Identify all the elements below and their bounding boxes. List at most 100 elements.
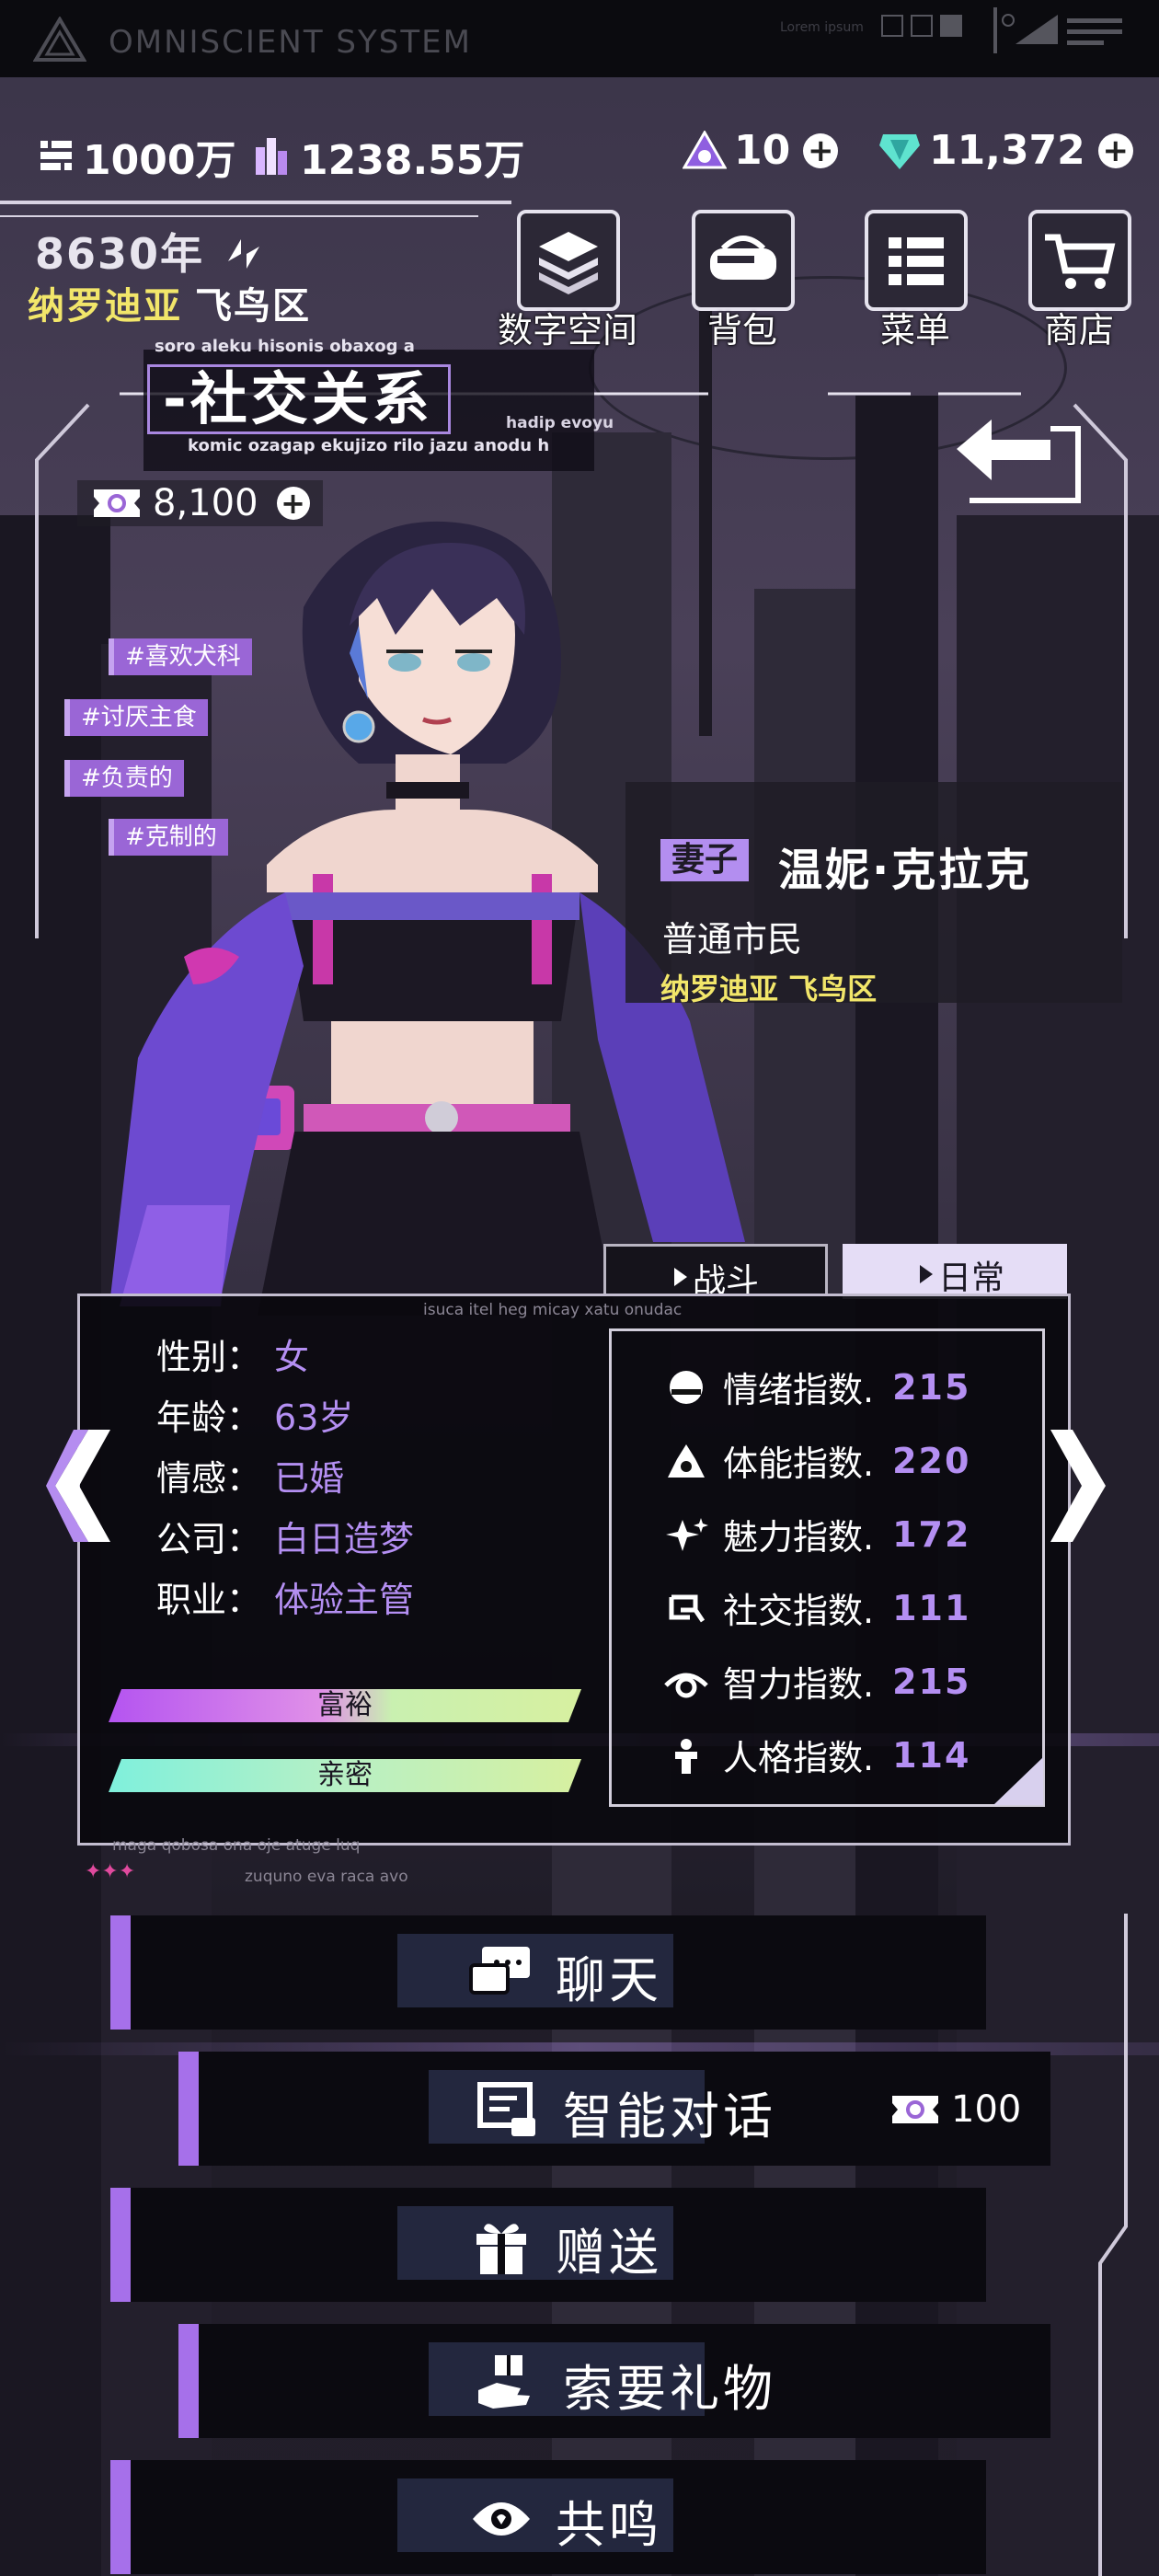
ai-dialog-icon (477, 2082, 535, 2136)
stat-value: 215 (892, 1661, 971, 1702)
wealth-label: 富裕 (317, 1689, 373, 1721)
menu-list-button[interactable]: 菜单 (855, 210, 975, 351)
layers-icon (539, 232, 598, 294)
social-icon (669, 1594, 706, 1622)
year-value: 8630年 (35, 229, 205, 279)
signal-panel-icon (993, 7, 1122, 53)
profile-value: 女 (274, 1337, 310, 1377)
menu-frame (517, 210, 620, 311)
crystal-value: 1238.55万 (300, 137, 525, 184)
box-icon (881, 15, 903, 37)
mood-icon (670, 1370, 703, 1404)
menu-digital-space-button[interactable]: 数字空间 (498, 210, 637, 351)
stat-value: 220 (892, 1440, 971, 1481)
tab-daily[interactable]: 日常 (843, 1244, 1067, 1299)
menu-bag-button[interactable]: 背包 (683, 210, 802, 351)
back-arrow-icon[interactable] (942, 408, 1089, 510)
play-triangle-icon (920, 1265, 933, 1283)
token-triangle-icon (683, 130, 727, 168)
status-bar: OMNISCIENT SYSTEM Lorem ipsum (0, 0, 1159, 77)
gem-currency: 11,372 + (878, 127, 1133, 174)
menu-label: 菜单 (879, 310, 950, 351)
stat-row-stamina: 体能指数. 220 (662, 1435, 970, 1486)
token-currency: 10 + (683, 127, 839, 174)
box-x-icon (911, 15, 933, 37)
token-value: 10 (734, 127, 791, 174)
stat-row-social: 社交指数. 111 (662, 1582, 970, 1633)
system-small-text: Lorem ipsum (780, 20, 864, 35)
coin-ticket-icon (892, 2096, 938, 2123)
stat-label: 体能指数. (723, 1443, 875, 1484)
stat-value: 114 (892, 1734, 971, 1776)
stat-label: 社交指数. (723, 1591, 875, 1631)
menu-frame (865, 210, 968, 311)
request-gift-button[interactable]: 索要礼物 (178, 2324, 1050, 2438)
stat-label: 智力指数. (723, 1664, 875, 1705)
tab-fight[interactable]: 战斗 (603, 1244, 828, 1300)
stat-value: 215 (892, 1366, 971, 1408)
stat-value: 111 (892, 1587, 971, 1628)
stat-value: 172 (892, 1513, 971, 1555)
menu-label: 数字空间 (497, 310, 637, 351)
menu-frame (1028, 210, 1131, 311)
corner-accent (993, 1757, 1043, 1805)
stat-label: 魅力指数. (723, 1517, 875, 1558)
gem-value: 11,372 (929, 127, 1085, 174)
profile-label: 性别： (156, 1337, 262, 1377)
bag-icon (710, 236, 776, 280)
stat-row-mood: 情绪指数. 215 (662, 1362, 970, 1412)
page-title: -社交关系 (147, 364, 451, 434)
chevron-right-icon[interactable] (1041, 1426, 1115, 1546)
intimacy-bar-label-wrap: 亲密 (109, 1759, 581, 1792)
district-city: 纳罗迪亚 (28, 285, 182, 328)
box-filled-icon (940, 15, 962, 37)
window-controls (881, 15, 962, 37)
gold-value: 1000万 (83, 137, 236, 184)
title-deco-text: komic ozagap ekujizo rilo jazu anodu h (188, 436, 550, 455)
resonance-button[interactable]: 共鸣 (110, 2460, 986, 2574)
profile-label: 情感： (156, 1458, 262, 1499)
profile-value: 已婚 (274, 1458, 345, 1499)
menu-label: 商店 (1043, 310, 1114, 351)
district-label: 纳罗迪亚 飞鸟区 (28, 276, 311, 329)
intimacy-label: 亲密 (317, 1759, 373, 1791)
gold-currency: 1000万 (37, 127, 235, 186)
gold-chip-icon (40, 141, 72, 170)
character-name: 温妮·克拉克 (778, 845, 1033, 896)
chat-button[interactable]: 聊天 (110, 1915, 986, 2030)
ai-dialog-button[interactable]: 智能对话 100 (178, 2052, 1050, 2166)
ai-dialog-cost: 100 (889, 2088, 1021, 2131)
character-location: 纳罗迪亚 飞鸟区 (660, 972, 878, 1006)
profile-label: 年龄： (156, 1397, 262, 1438)
resonance-label: 共鸣 (556, 2496, 662, 2554)
charm-icon (666, 1517, 708, 1551)
list-icon (889, 237, 944, 285)
intellect-icon (664, 1673, 708, 1697)
profile-value: 白日造梦 (274, 1519, 415, 1559)
menu-shop-button[interactable]: 商店 (1019, 210, 1139, 351)
system-logo-icon (33, 17, 86, 62)
add-gem-button[interactable]: + (1097, 132, 1133, 168)
ai-dialog-label: 智能对话 (563, 2087, 776, 2145)
crystal-icon (256, 138, 287, 175)
request-gift-icon (478, 2355, 530, 2409)
menu-label: 背包 (706, 310, 777, 351)
personality-icon (675, 1738, 697, 1774)
year-display: 8630年 (35, 221, 267, 282)
gift-button[interactable]: 赠送 (110, 2188, 986, 2302)
profile-row-relationship: 情感： 已婚 (156, 1450, 344, 1501)
panel-deco-text: isuca itel heg micay xatu onudac (423, 1301, 683, 1319)
relation-badge: 妻子 (660, 839, 750, 881)
profile-row-age: 年龄： 63岁 (156, 1389, 353, 1440)
chat-icon (469, 1947, 530, 1995)
divider (0, 201, 511, 204)
chevron-left-icon[interactable] (46, 1426, 120, 1546)
profile-row-gender: 性别： 女 (156, 1328, 309, 1379)
wealth-bar-label-wrap: 富裕 (109, 1689, 581, 1722)
profile-value: 63岁 (274, 1397, 354, 1438)
tab-daily-label: 日常 (938, 1259, 1005, 1297)
add-token-button[interactable]: + (803, 132, 839, 168)
title-deco-text: hadip evoyu (506, 414, 614, 432)
system-title: OMNISCIENT SYSTEM (109, 24, 472, 61)
refresh-icon (228, 239, 260, 269)
